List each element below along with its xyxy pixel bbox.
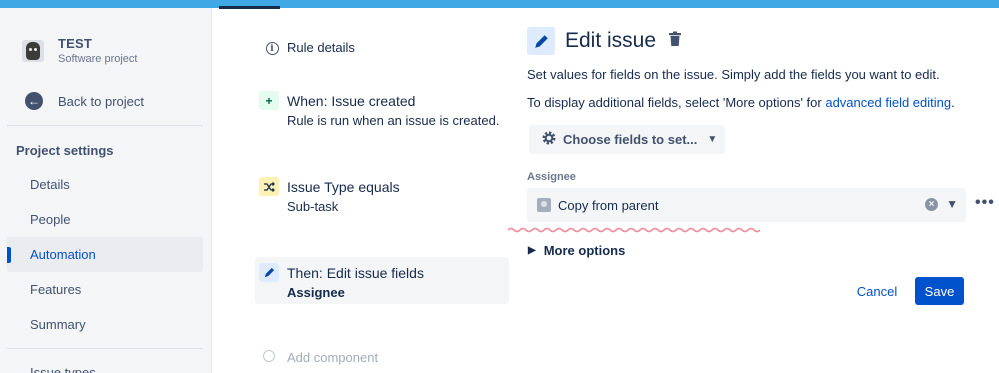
active-tab-indicator: [219, 6, 280, 9]
top-bar: [0, 0, 999, 8]
user-avatar-icon: [537, 198, 551, 212]
rule-step-trigger[interactable]: + When: Issue created Rule is run when a…: [255, 88, 509, 132]
more-actions-icon[interactable]: •••: [975, 194, 995, 212]
plus-icon: +: [259, 91, 279, 110]
action-title: Then: Edit issue fields: [287, 265, 424, 281]
action-subtitle: Assignee: [287, 285, 345, 300]
sidebar-item-features[interactable]: Features: [7, 272, 203, 307]
assignee-value: Copy from parent: [558, 197, 659, 213]
pencil-icon: [259, 263, 279, 282]
sidebar-item-automation[interactable]: Automation: [7, 237, 203, 272]
choose-fields-button[interactable]: Choose fields to set... ▼: [529, 125, 725, 154]
trigger-subtitle: Rule is run when an issue is created.: [287, 113, 500, 128]
annotation-underline: [508, 227, 760, 233]
sidebar: TEST Software project ← Back to project …: [0, 8, 212, 373]
assignee-label: Assignee: [527, 171, 576, 183]
info-icon: i: [262, 39, 282, 58]
trash-icon[interactable]: [668, 31, 682, 52]
more-options-toggle[interactable]: ▶ More options: [528, 243, 625, 258]
rule-details-label: Rule details: [287, 40, 355, 55]
sidebar-divider: [7, 125, 203, 126]
choose-fields-label: Choose fields to set...: [563, 132, 698, 147]
clear-icon[interactable]: ×: [925, 198, 938, 211]
condition-subtitle: Sub-task: [287, 199, 339, 214]
edit-issue-title: Edit issue: [565, 29, 657, 52]
project-name: TEST: [58, 36, 93, 51]
section-title: Project settings: [16, 143, 114, 158]
shuffle-icon: [259, 177, 279, 196]
rule-step-condition[interactable]: Issue Type equals Sub-task: [255, 174, 509, 218]
sidebar-item-issue-types[interactable]: Issue types: [7, 355, 203, 373]
sidebar-divider: [7, 348, 203, 349]
edit-issue-header: Edit issue: [527, 27, 682, 55]
advanced-field-editing-link[interactable]: advanced field editing: [825, 95, 951, 110]
edit-description: Set values for fields on the issue. Simp…: [527, 67, 940, 82]
condition-title: Issue Type equals: [287, 179, 400, 195]
advanced-suffix: .: [951, 95, 955, 110]
project-avatar: [22, 39, 44, 62]
sidebar-item-summary[interactable]: Summary: [7, 307, 203, 342]
assignee-select[interactable]: Copy from parent × ▼: [527, 188, 966, 222]
edit-description-advanced: To display additional fields, select 'Mo…: [527, 95, 955, 110]
add-component-label: Add component: [287, 350, 379, 365]
project-type: Software project: [58, 53, 138, 65]
more-options-label: More options: [543, 243, 626, 258]
chevron-right-icon: ▶: [528, 245, 536, 256]
chevron-down-icon[interactable]: ▼: [946, 197, 958, 211]
gear-icon: [541, 130, 557, 149]
add-component-link[interactable]: Add component: [255, 348, 509, 370]
rule-details-link[interactable]: i Rule details: [255, 36, 509, 60]
cancel-button[interactable]: Cancel: [849, 277, 905, 305]
back-to-project-link[interactable]: ← Back to project: [25, 92, 144, 110]
circle-icon: [263, 350, 275, 362]
arrow-left-circle-icon: ←: [25, 92, 43, 110]
trigger-title: When: Issue created: [287, 93, 416, 109]
chevron-down-icon: ▼: [707, 134, 718, 145]
sidebar-item-people[interactable]: People: [7, 202, 203, 237]
pencil-icon: [527, 27, 555, 55]
sidebar-item-details[interactable]: Details: [7, 167, 203, 202]
project-header: TEST Software project: [22, 36, 137, 65]
back-label: Back to project: [58, 93, 144, 109]
advanced-prefix: To display additional fields, select 'Mo…: [527, 95, 826, 110]
rule-step-action[interactable]: Then: Edit issue fields Assignee: [255, 257, 509, 304]
save-button[interactable]: Save: [915, 277, 964, 305]
